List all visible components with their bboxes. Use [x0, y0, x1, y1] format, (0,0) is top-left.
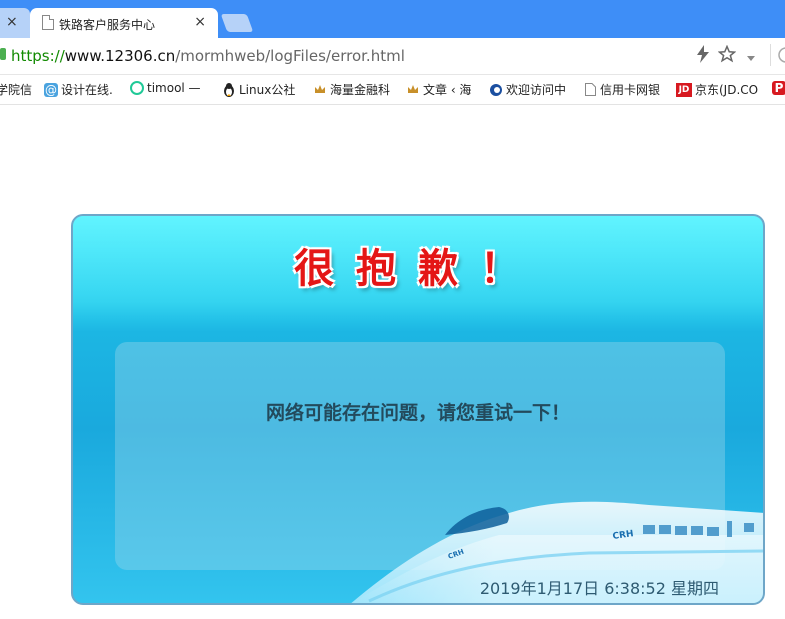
secure-lock-icon [0, 48, 6, 60]
timool-icon [130, 81, 144, 95]
error-card: 很抱歉！ CRH CRH 网络可能存在问题，请您重试一下！ 2019年1月17日… [71, 214, 765, 605]
tab-title: 铁路客户服务中心 [59, 18, 156, 32]
chevron-down-icon[interactable] [746, 48, 756, 68]
bookmark-label: Linux公社 [239, 83, 296, 97]
bookmark-item[interactable]: 文章 ‹ 海 [406, 81, 471, 98]
url-host: www.12306.cn [64, 47, 176, 65]
page-icon [583, 82, 597, 97]
previous-tab[interactable]: × [0, 8, 30, 38]
lightning-icon[interactable] [696, 45, 710, 68]
bookmark-item[interactable]: P [772, 81, 785, 95]
url-scheme: https:// [11, 47, 65, 65]
error-message: 网络可能存在问题，请您重试一下！ [265, 402, 570, 424]
bookmark-label: 欢迎访问中 [506, 83, 567, 97]
page-icon [42, 15, 54, 30]
bookmark-item[interactable]: 信用卡网银 [583, 81, 660, 98]
bookmark-label: 海量金融科 [330, 83, 391, 97]
bookmark-label: timool — [147, 81, 201, 95]
error-heading: 很抱歉！ [294, 245, 542, 292]
address-toolbar: https://www.12306.cn/mormhweb/logFiles/e… [0, 38, 785, 75]
bookmarks-bar: 学院信 @ 设计在线. timool — Linux公社 海量金融科 文章 ‹ … [0, 75, 785, 105]
crown-icon [313, 83, 327, 97]
toolbar-divider [770, 44, 771, 66]
penguin-icon [222, 82, 236, 97]
bookmark-item[interactable]: Linux公社 [222, 81, 295, 98]
close-tab-icon[interactable]: × [6, 14, 18, 30]
bookmark-item[interactable]: JD 京东(JD.CO [676, 81, 758, 98]
bookmark-item[interactable]: 欢迎访问中 [489, 81, 566, 98]
timestamp: 2019年1月17日 6:38:52 星期四 [479, 579, 719, 598]
new-tab-button[interactable] [220, 14, 254, 32]
star-icon[interactable] [717, 44, 737, 68]
bookmark-item[interactable]: 海量金融科 [313, 81, 390, 98]
close-tab-icon[interactable]: × [194, 14, 206, 30]
bookmark-label: 信用卡网银 [600, 83, 661, 97]
bookmark-item[interactable]: timool — [130, 81, 201, 95]
address-bar[interactable]: https://www.12306.cn/mormhweb/logFiles/e… [11, 47, 405, 65]
bookmark-label: 设计在线. [61, 83, 113, 97]
crown-icon [406, 83, 420, 97]
extension-icon[interactable] [778, 47, 785, 68]
bookmark-label: 文章 ‹ 海 [423, 83, 472, 97]
bookmark-item[interactable]: @ 设计在线. [44, 81, 113, 98]
p-icon: P [772, 81, 785, 95]
tab-strip: × 铁路客户服务中心 × [0, 0, 785, 38]
bookmark-item[interactable]: 学院信 [0, 81, 32, 98]
url-path: /mormhweb/logFiles/error.html [175, 47, 405, 65]
at-icon: @ [44, 82, 58, 97]
bookmark-label: 学院信 [0, 83, 33, 97]
active-tab[interactable]: 铁路客户服务中心 × [30, 8, 218, 38]
jd-icon: JD [676, 82, 692, 97]
circle-c-icon [489, 83, 503, 97]
bookmark-label: 京东(JD.CO [695, 83, 759, 97]
